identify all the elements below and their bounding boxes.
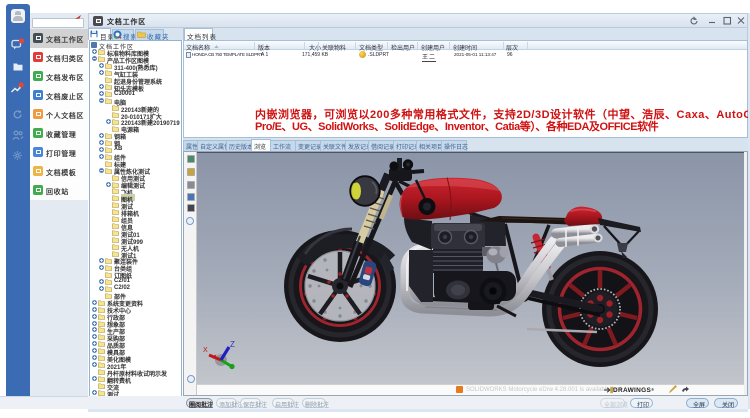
svg-text:X: X bbox=[203, 347, 208, 354]
svg-text:Z: Z bbox=[230, 340, 235, 349]
